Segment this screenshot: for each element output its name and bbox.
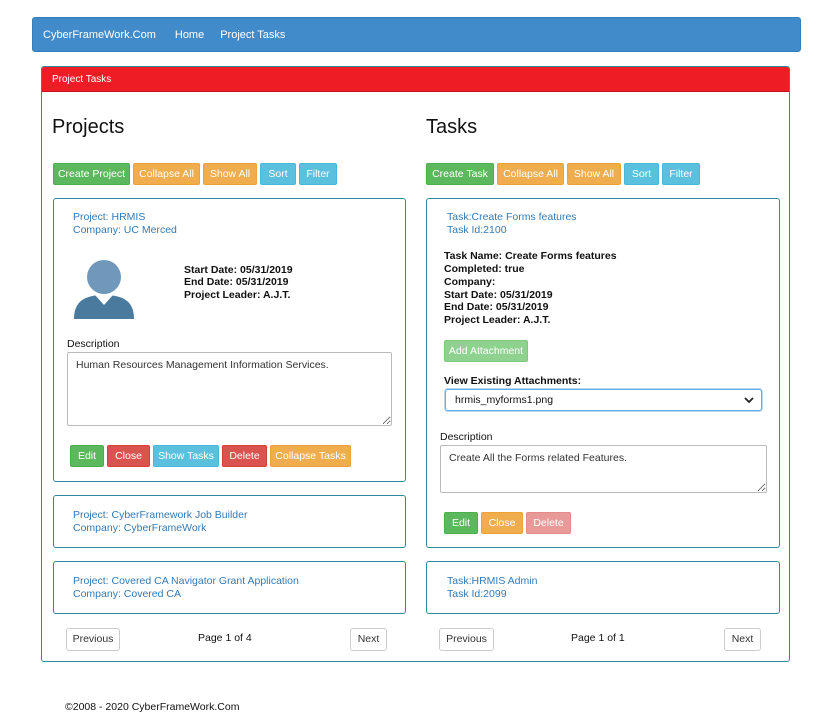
task-id-link[interactable]: Task Id:2100 [447,224,507,236]
task-edit-button[interactable]: Edit [444,512,478,534]
tasks-collapse-all-button[interactable]: Collapse All [497,163,564,185]
project-name-link[interactable]: Project: Covered CA Navigator Grant Appl… [73,575,299,587]
project-edit-button[interactable]: Edit [70,445,104,467]
projects-heading: Projects [52,116,125,138]
projects-sort-button[interactable]: Sort [260,163,296,185]
project-description-textarea[interactable]: Human Resources Management Information S… [67,352,392,426]
project-name-link[interactable]: Project: CyberFramework Job Builder [73,509,247,521]
project-card[interactable]: Project: CyberFramework Job Builder Comp… [53,495,406,548]
task-name-detail: Task Name: Create Forms features [444,250,617,262]
create-task-button[interactable]: Create Task [426,163,494,185]
user-avatar-icon [74,260,134,319]
tasks-next-button[interactable]: Next [724,628,761,651]
tasks-page-indicator: Page 1 of 1 [571,632,625,644]
task-description-textarea[interactable]: Create All the Forms related Features. [440,445,767,493]
attachments-select-value: hrmis_myforms1.png [455,394,554,406]
task-close-button[interactable]: Close [481,512,523,534]
project-company-link[interactable]: Company: Covered CA [73,588,181,600]
attachments-select[interactable]: hrmis_myforms1.png [445,389,762,411]
add-attachment-button[interactable]: Add Attachment [444,340,528,362]
tasks-heading: Tasks [426,116,478,138]
projects-page-indicator: Page 1 of 4 [198,632,252,644]
task-name-link[interactable]: Task:HRMIS Admin [447,575,537,587]
show-tasks-button[interactable]: Show Tasks [153,445,219,467]
tasks-filter-button[interactable]: Filter [662,163,700,185]
task-name-link[interactable]: Task:Create Forms features [447,211,577,223]
task-start-date: Start Date: 05/31/2019 [444,289,553,301]
panel-heading: Project Tasks [42,67,789,92]
project-close-button[interactable]: Close [107,445,150,467]
top-navbar: CyberFrameWork.Com Home Project Tasks [32,17,801,52]
nav-home-link[interactable]: Home [175,29,204,41]
task-delete-button[interactable]: Delete [526,512,571,534]
task-card[interactable]: Task:HRMIS Admin Task Id:2099 [426,561,780,614]
task-completed: Completed: true [444,263,525,275]
project-description-label: Description [67,338,120,350]
tasks-sort-button[interactable]: Sort [624,163,659,185]
project-company-link[interactable]: Company: UC Merced [73,224,177,236]
tasks-show-all-button[interactable]: Show All [567,163,621,185]
project-card-expanded: Project: HRMIS Company: UC Merced Start … [53,198,406,482]
projects-next-button[interactable]: Next [350,628,387,651]
project-end-date: End Date: 05/31/2019 [184,276,289,288]
project-start-date: Start Date: 05/31/2019 [184,264,293,276]
projects-previous-button[interactable]: Previous [66,628,120,651]
tasks-previous-button[interactable]: Previous [439,628,494,651]
chevron-down-icon [744,397,754,404]
project-card[interactable]: Project: Covered CA Navigator Grant Appl… [53,561,406,614]
create-project-button[interactable]: Create Project [53,163,130,185]
task-company: Company: [444,276,496,288]
project-delete-button[interactable]: Delete [222,445,267,467]
projects-show-all-button[interactable]: Show All [203,163,257,185]
task-description-label: Description [440,431,493,443]
nav-project-tasks-link[interactable]: Project Tasks [220,29,285,41]
project-company-link[interactable]: Company: CyberFrameWork [73,522,206,534]
project-name-link[interactable]: Project: HRMIS [73,211,145,223]
brand-link[interactable]: CyberFrameWork.Com [43,29,156,41]
projects-filter-button[interactable]: Filter [299,163,337,185]
project-leader: Project Leader: A.J.T. [184,289,291,301]
task-end-date: End Date: 05/31/2019 [444,301,549,313]
projects-collapse-all-button[interactable]: Collapse All [133,163,200,185]
collapse-tasks-button[interactable]: Collapse Tasks [270,445,351,467]
task-project-leader: Project Leader: A.J.T. [444,314,551,326]
attachments-label: View Existing Attachments: [444,375,582,387]
task-id-link[interactable]: Task Id:2099 [447,588,507,600]
footer-copyright: ©2008 - 2020 CyberFrameWork.Com [65,701,240,713]
task-card-expanded: Task:Create Forms features Task Id:2100 … [426,198,780,548]
